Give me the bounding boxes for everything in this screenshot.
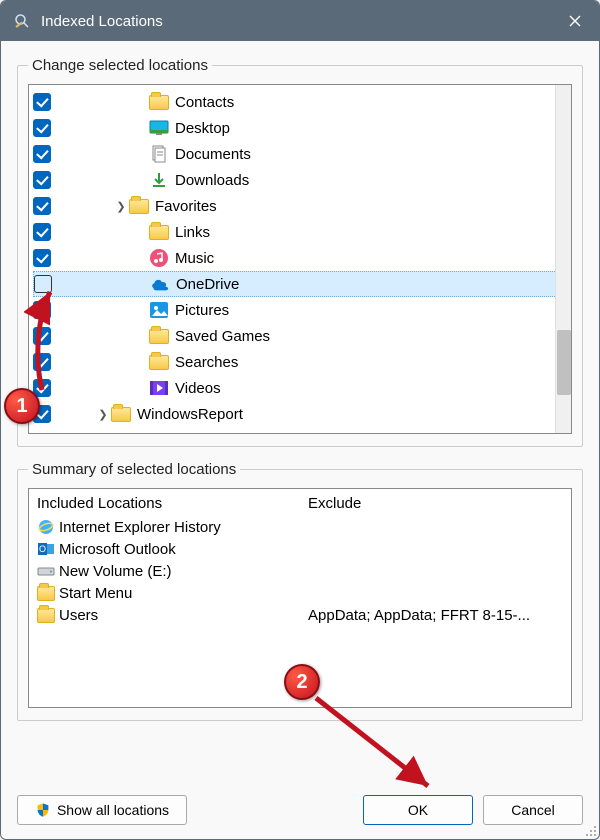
tree-label: Searches	[175, 354, 238, 371]
included-column: Included Locations Internet Explorer His…	[29, 489, 300, 707]
exclude-column: Exclude AppData; AppData; FFRT 8-15-...	[300, 489, 571, 707]
folder-icon	[129, 196, 149, 216]
tree-row[interactable]: OneDrive	[33, 271, 571, 297]
checkbox[interactable]	[34, 275, 52, 293]
included-row[interactable]: New Volume (E:)	[37, 560, 292, 582]
checkbox[interactable]	[33, 249, 51, 267]
folder-icon	[111, 404, 131, 424]
tree-row[interactable]: Contacts	[33, 89, 571, 115]
callout-1: 1	[4, 388, 40, 424]
tree-label: OneDrive	[176, 276, 239, 293]
app-icon	[13, 11, 33, 31]
tree-label: Links	[175, 224, 210, 241]
documents-icon	[149, 144, 169, 164]
tree-row[interactable]: Downloads	[33, 167, 571, 193]
folder-icon	[149, 222, 169, 242]
tree-row[interactable]: ❯ Favorites	[33, 193, 571, 219]
svg-text:O: O	[39, 544, 46, 554]
included-label: Users	[59, 607, 98, 624]
music-icon	[149, 248, 169, 268]
folder-icon	[37, 584, 55, 602]
videos-icon	[149, 378, 169, 398]
exclude-row[interactable]	[308, 538, 563, 560]
tree-scrollbar[interactable]	[555, 85, 571, 433]
tree-row[interactable]: Documents	[33, 141, 571, 167]
outlook-icon: O	[37, 540, 55, 558]
tree-label: Saved Games	[175, 328, 270, 345]
included-row[interactable]: O Microsoft Outlook	[37, 538, 292, 560]
tree-row[interactable]: Searches	[33, 349, 571, 375]
exclude-row[interactable]: AppData; AppData; FFRT 8-15-...	[308, 604, 563, 626]
exclude-row[interactable]	[308, 516, 563, 538]
exclude-row[interactable]	[308, 560, 563, 582]
downloads-icon	[149, 170, 169, 190]
included-label: Microsoft Outlook	[59, 541, 176, 558]
expand-icon[interactable]: ❯	[113, 200, 129, 213]
folder-icon	[149, 326, 169, 346]
tree-row[interactable]: Links	[33, 219, 571, 245]
tree-label: Videos	[175, 380, 221, 397]
ok-button[interactable]: OK	[363, 795, 473, 825]
change-locations-legend: Change selected locations	[28, 57, 212, 74]
tree-row[interactable]: Desktop	[33, 115, 571, 141]
tree-label: Documents	[175, 146, 251, 163]
included-row[interactable]: Start Menu	[37, 582, 292, 604]
tree-label: Favorites	[155, 198, 217, 215]
expand-icon[interactable]: ❯	[95, 408, 111, 421]
pictures-icon	[149, 300, 169, 320]
checkbox[interactable]	[33, 119, 51, 137]
drive-icon	[37, 562, 55, 580]
desktop-icon	[149, 118, 169, 138]
close-button[interactable]	[551, 1, 599, 41]
tree-row[interactable]: Saved Games	[33, 323, 571, 349]
tree-row[interactable]: Music	[33, 245, 571, 271]
show-all-locations-button[interactable]: Show all locations	[17, 795, 187, 825]
show-all-label: Show all locations	[57, 802, 169, 818]
tree-label: Downloads	[175, 172, 249, 189]
resize-grip[interactable]	[582, 822, 596, 836]
tree-label: Pictures	[175, 302, 229, 319]
tree-label: Desktop	[175, 120, 230, 137]
folder-icon	[37, 606, 55, 624]
shield-icon	[35, 802, 51, 818]
callout-2: 2	[284, 664, 320, 700]
window-title: Indexed Locations	[41, 13, 551, 30]
checkbox[interactable]	[33, 145, 51, 163]
included-label: Start Menu	[59, 585, 132, 602]
checkbox[interactable]	[33, 223, 51, 241]
checkbox[interactable]	[33, 301, 51, 319]
tree-label: WindowsReport	[137, 406, 243, 423]
tree-label: Music	[175, 250, 214, 267]
tree-row[interactable]: Videos	[33, 375, 571, 401]
tree-row[interactable]: ❯ WindowsReport	[33, 401, 571, 427]
included-label: Internet Explorer History	[59, 519, 221, 536]
folder-icon	[149, 352, 169, 372]
included-label: New Volume (E:)	[59, 563, 172, 580]
included-header[interactable]: Included Locations	[37, 495, 292, 512]
checkbox[interactable]	[33, 353, 51, 371]
onedrive-icon	[150, 274, 170, 294]
checkbox[interactable]	[33, 93, 51, 111]
button-bar: Show all locations OK Cancel	[1, 789, 599, 839]
included-row[interactable]: Users	[37, 604, 292, 626]
exclude-header[interactable]: Exclude	[308, 495, 563, 512]
locations-tree[interactable]: Contacts Desktop Documents Downloads ❯ Favori…	[28, 84, 572, 434]
change-locations-group: Change selected locations Contacts Deskto…	[17, 57, 583, 447]
folder-icon	[149, 92, 169, 112]
cancel-button[interactable]: Cancel	[483, 795, 583, 825]
tree-label: Contacts	[175, 94, 234, 111]
ie-icon	[37, 518, 55, 536]
checkbox[interactable]	[33, 197, 51, 215]
titlebar[interactable]: Indexed Locations	[1, 1, 599, 41]
indexed-locations-dialog: Indexed Locations Change selected locati…	[0, 0, 600, 840]
summary-legend: Summary of selected locations	[28, 461, 240, 478]
included-row[interactable]: Internet Explorer History	[37, 516, 292, 538]
exclude-row[interactable]	[308, 582, 563, 604]
tree-scroll-thumb[interactable]	[557, 330, 571, 395]
checkbox[interactable]	[33, 171, 51, 189]
tree-row[interactable]: Pictures	[33, 297, 571, 323]
checkbox[interactable]	[33, 327, 51, 345]
